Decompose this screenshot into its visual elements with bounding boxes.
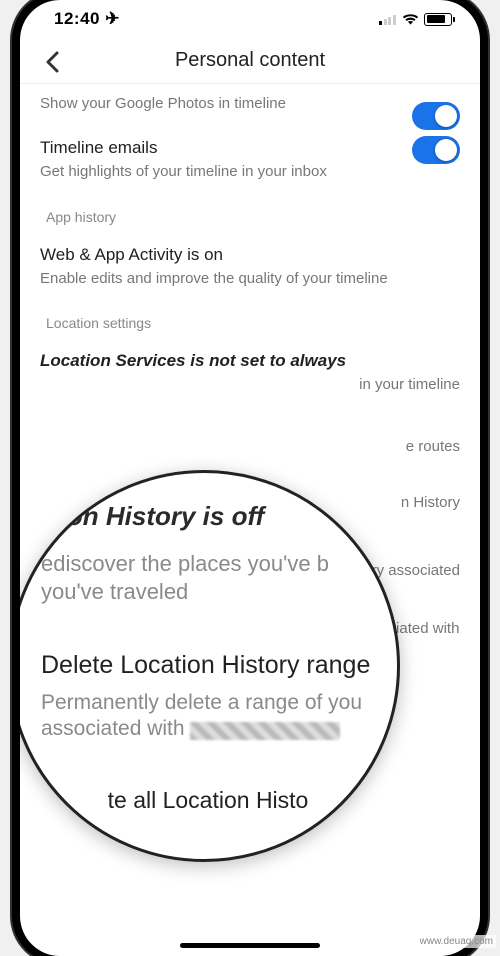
section-location-settings: Location settings bbox=[40, 303, 460, 341]
row-timeline-emails[interactable]: Timeline emails Get highlights of your t… bbox=[40, 128, 460, 196]
text-fragment: n History bbox=[401, 493, 460, 513]
row-title: Web & App Activity is on bbox=[40, 245, 460, 265]
redacted-text bbox=[190, 722, 340, 740]
row-title: Timeline emails bbox=[40, 138, 460, 158]
navbar: Personal content bbox=[20, 38, 480, 84]
home-indicator[interactable] bbox=[180, 943, 320, 948]
row-title: Location Services is not set to always bbox=[40, 351, 460, 371]
back-button[interactable] bbox=[38, 48, 66, 76]
phone-frame: 12:40 ✈ Personal content Show your Googl… bbox=[20, 0, 480, 956]
status-bar: 12:40 ✈ bbox=[20, 0, 480, 38]
cellular-signal-icon bbox=[379, 13, 397, 25]
watermark: www.deuaq.com bbox=[417, 935, 496, 948]
magnifier-overlay: tion History is off ediscover the places… bbox=[20, 470, 400, 862]
section-app-history: App history bbox=[40, 197, 460, 235]
row-subtitle: Get highlights of your timeline in your … bbox=[40, 162, 460, 182]
row-subtitle: in your timeline bbox=[40, 375, 460, 395]
text-fragment: e routes bbox=[406, 437, 460, 457]
zoom-delete-range-sub: Permanently delete a range of you associ… bbox=[41, 690, 375, 743]
zoom-delete-all-title[interactable]: te all Location Histo bbox=[41, 787, 375, 814]
row-subtitle: Show your Google Photos in timeline bbox=[40, 94, 460, 114]
row-google-photos[interactable]: Show your Google Photos in timeline bbox=[40, 94, 460, 128]
battery-icon bbox=[424, 13, 452, 26]
zoom-delete-range-title[interactable]: Delete Location History range bbox=[41, 651, 375, 680]
status-time: 12:40 ✈ bbox=[54, 9, 120, 29]
toggle-switch[interactable] bbox=[412, 136, 460, 164]
chevron-left-icon bbox=[45, 51, 59, 73]
page-title: Personal content bbox=[175, 49, 325, 72]
row-location-services[interactable]: Location Services is not set to always i… bbox=[40, 341, 460, 401]
row-fragment: e routes bbox=[40, 401, 460, 461]
row-web-activity[interactable]: Web & App Activity is on Enable edits an… bbox=[40, 235, 460, 303]
wifi-icon bbox=[402, 13, 419, 26]
status-indicators bbox=[379, 13, 452, 26]
zoom-rediscover-text: ediscover the places you've b you've tra… bbox=[41, 550, 375, 605]
toggle-switch[interactable] bbox=[412, 102, 460, 130]
row-subtitle: Enable edits and improve the quality of … bbox=[40, 269, 460, 289]
